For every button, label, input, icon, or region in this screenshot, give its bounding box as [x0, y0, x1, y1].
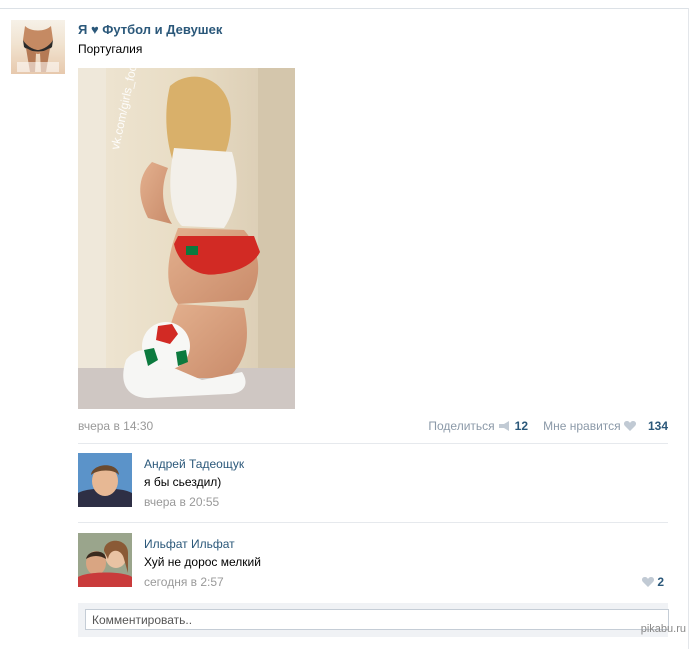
like-count: 134: [647, 419, 668, 433]
megaphone-icon: [498, 420, 510, 434]
share-count: 12: [514, 419, 528, 433]
comment-form: [78, 603, 669, 637]
divider: [78, 443, 668, 444]
like-button[interactable]: Мне нравится: [543, 419, 637, 434]
avatar-image: [78, 453, 132, 507]
heart-icon: [623, 420, 637, 434]
comment-item: Андрей Тадеощук я бы сьездил) вчера в 20…: [78, 453, 668, 513]
post-meta-row: вчера в 14:30 Поделиться 12 Мне нравится…: [78, 419, 668, 433]
group-avatar[interactable]: [11, 20, 65, 74]
share-button[interactable]: Поделиться: [428, 419, 510, 434]
comment-like-count: 2: [657, 575, 664, 589]
site-watermark: pikabu.ru: [640, 623, 686, 635]
post-text: Португалия: [78, 42, 143, 56]
avatar-image: [17, 26, 59, 72]
comment-like-button[interactable]: 2: [641, 575, 664, 590]
post-date[interactable]: вчера в 14:30: [78, 419, 153, 433]
comment-author-link[interactable]: Андрей Тадеощук: [144, 457, 244, 471]
photo-illustration: [78, 68, 295, 409]
like-label: Мне нравится: [543, 419, 621, 433]
post-photo[interactable]: vk.com/girls_football: [78, 68, 295, 409]
comment-item: Ильфат Ильфат Хуй не дорос мелкий сегодн…: [78, 533, 668, 593]
comment-input[interactable]: [85, 609, 669, 630]
comment-date[interactable]: сегодня в 2:57: [144, 575, 224, 589]
commenter-avatar[interactable]: [78, 453, 132, 507]
comment-author-link[interactable]: Ильфат Ильфат: [144, 537, 235, 551]
share-label: Поделиться: [428, 419, 495, 433]
comment-text: я бы сьездил): [144, 475, 222, 489]
heart-icon: [641, 576, 655, 590]
divider: [78, 522, 668, 523]
group-name-link[interactable]: Я ♥ Футбол и Девушек: [78, 22, 222, 37]
avatar-image: [78, 533, 132, 587]
commenter-avatar[interactable]: [78, 533, 132, 587]
comment-text: Хуй не дорос мелкий: [144, 555, 261, 569]
comment-date[interactable]: вчера в 20:55: [144, 495, 219, 509]
